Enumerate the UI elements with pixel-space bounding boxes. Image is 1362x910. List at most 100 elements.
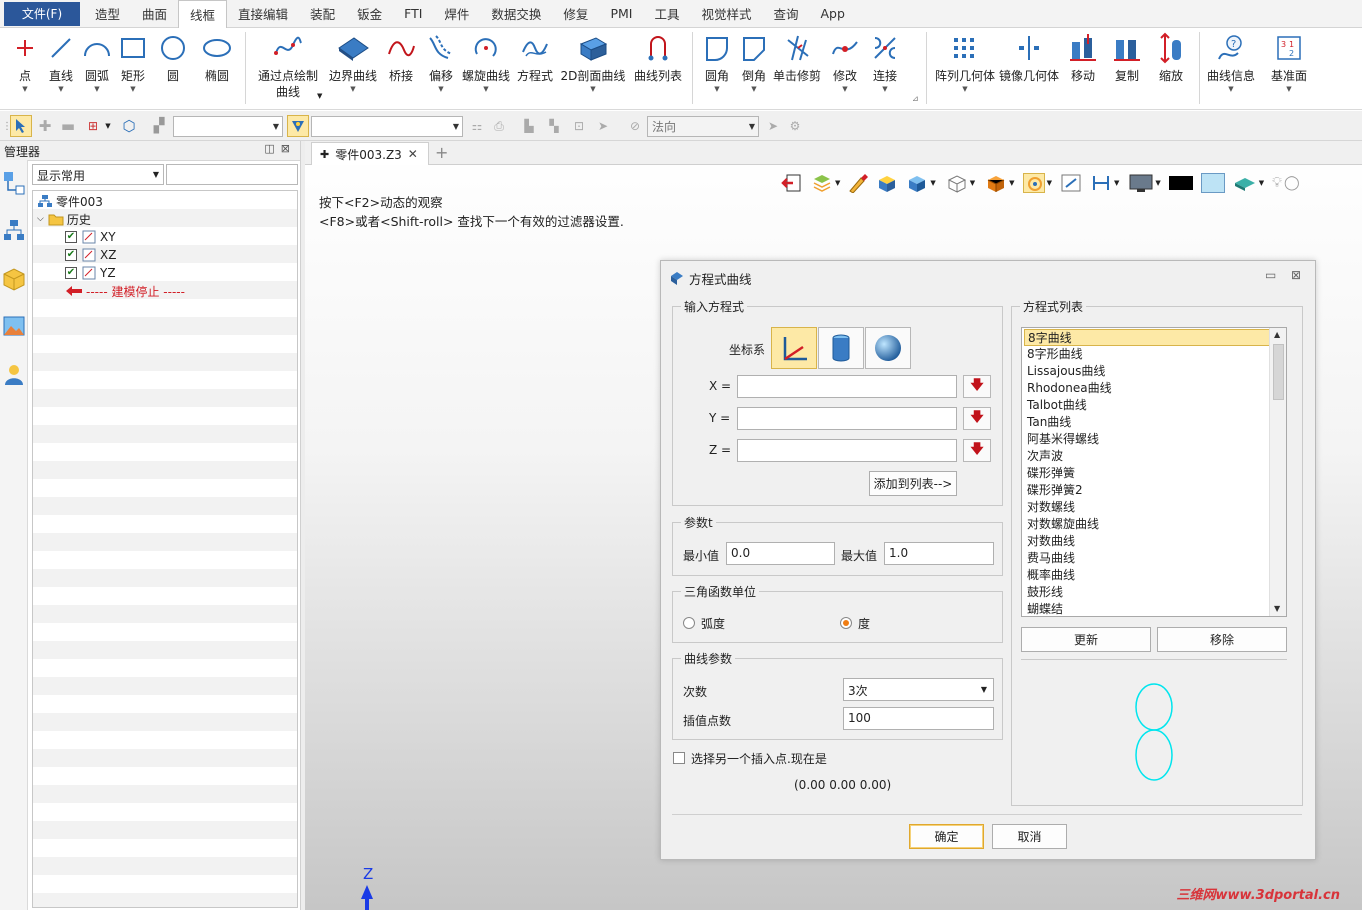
min-value-input[interactable]: 0.0 [726,542,835,565]
box-select-icon[interactable]: ⊞ [82,115,104,137]
box-select-dropdown-icon[interactable]: ▼ [104,115,112,137]
offset-button[interactable]: 偏移 ▼ [424,28,458,110]
cylindrical-coord-button[interactable] [818,327,864,369]
tab-pmi[interactable]: PMI [599,0,643,28]
plane-display-icon[interactable] [1233,173,1257,193]
direction-icon[interactable]: ⊘ [625,115,645,137]
through-points-curve-button[interactable]: 通过点绘制 曲线 [256,28,320,110]
manager-filter-select[interactable]: 显示常用 ▼ [32,164,164,185]
panel-close-icon[interactable]: ⊠ [281,142,296,155]
orange-cube-icon[interactable] [985,173,1007,193]
background-black-swatch[interactable] [1168,176,1193,190]
bridge-button[interactable]: 桥接 [384,28,418,110]
visibility-checkbox[interactable]: ✔ [65,231,77,243]
modify-button[interactable]: 修改 ▼ [828,28,862,110]
background-light-swatch[interactable] [1200,173,1225,193]
tab-tools[interactable]: 工具 [643,0,690,28]
wireframe-dropdown-icon[interactable]: ▼ [970,179,975,187]
light-circle-icon[interactable]: ◯ [1284,175,1300,191]
document-tab[interactable]: ✚ 零件003.Z3 ✕ [311,142,429,165]
tree-item-xz[interactable]: ✔ XZ [65,246,116,264]
y-equation-pick-button[interactable]: 🡇 [963,407,991,430]
list-item[interactable]: Rhodonea曲线 [1024,380,1270,397]
line-button[interactable]: 直线 ▼ [45,28,77,110]
align-icon[interactable]: ▙ [520,115,538,137]
direction-combo[interactable]: 法向 ▼ [647,116,759,137]
add-icon[interactable]: ✚ [36,115,54,137]
arc-button[interactable]: 圆弧 ▼ [81,28,113,110]
update-button[interactable]: 更新 [1021,627,1151,652]
list-item[interactable]: Tan曲线 [1024,414,1270,431]
render-dropdown-icon[interactable]: ▼ [1009,179,1014,187]
panel-pin-icon[interactable]: ◫ [264,142,280,155]
layers-icon[interactable] [811,173,833,193]
user-icon[interactable] [2,362,26,388]
dimension-dropdown-icon[interactable]: ▼ [1114,179,1119,187]
history-manager-icon[interactable] [2,170,26,196]
shaded-view-icon[interactable] [906,173,928,193]
new-tab-icon[interactable]: + [435,143,448,162]
layers-dropdown-icon[interactable]: ▼ [835,179,840,187]
part-library-icon[interactable] [2,266,26,292]
close-icon[interactable]: ✕ [408,147,418,161]
model-stop-marker[interactable]: ----- 建模停止 ----- [65,282,185,300]
connect-button[interactable]: 连接 ▼ [866,28,904,110]
z-equation-pick-button[interactable]: 🡇 [963,439,991,462]
dimension-icon[interactable] [1090,173,1112,193]
collapse-icon[interactable]: ⌵ [37,214,44,224]
display-dropdown-icon[interactable]: ▼ [1155,179,1160,187]
y-equation-input[interactable] [737,407,957,430]
tab-assembly[interactable]: 装配 [299,0,346,28]
add-to-list-button[interactable]: 添加到列表--> [869,471,957,496]
image-view-icon[interactable] [2,314,26,340]
scale-button[interactable]: 缩放 [1152,28,1190,110]
visibility-checkbox[interactable]: ✔ [65,267,77,279]
smart-pick-button[interactable] [287,115,309,137]
boundary-curve-button[interactable]: 边界曲线 ▼ [326,28,380,110]
visibility-checkbox[interactable]: ✔ [65,249,77,261]
scroll-up-icon[interactable]: ▲ [1274,330,1280,339]
brush-icon[interactable] [846,173,869,193]
view-iso-icon[interactable] [876,173,898,193]
scrollbar-thumb[interactable] [1273,344,1284,400]
list-item[interactable]: 对数螺旋曲线 [1024,516,1270,533]
ellipse-button[interactable]: 椭圆 [198,28,236,110]
list-item[interactable]: 次声波 [1024,448,1270,465]
z-equation-input[interactable] [737,439,957,462]
chamfer-button[interactable]: 倒角 ▼ [738,28,770,110]
minus-icon[interactable]: ▬ [58,115,78,137]
helix-button[interactable]: 螺旋曲线 ▼ [461,28,511,110]
list-item[interactable]: 碟形弹簧 [1024,465,1270,482]
pick-point-icon[interactable]: ➤ [764,115,782,137]
tab-data-exchange[interactable]: 数据交换 [480,0,552,28]
tab-surface[interactable]: 曲面 [131,0,178,28]
x-equation-pick-button[interactable]: 🡇 [963,375,991,398]
shaded-dropdown-icon[interactable]: ▼ [930,179,935,187]
zoom-fit-icon[interactable] [1060,173,1082,193]
dialog-help-icon[interactable]: ▭ [1265,268,1276,282]
pattern-geometry-button[interactable]: 阵列几何体 ▼ [934,28,996,110]
degree-radio[interactable] [840,617,852,629]
select-arrow-button[interactable] [10,115,32,137]
list-item[interactable]: Talbot曲线 [1024,397,1270,414]
settings-icon[interactable]: ⚙ [786,115,804,137]
trim-button[interactable]: 单击修剪 [772,28,822,110]
tab-modeling[interactable]: 造型 [84,0,131,28]
list-item[interactable]: 费马曲线 [1024,550,1270,567]
distribute-icon[interactable]: ▚ [545,115,563,137]
datum-plane-button[interactable]: 312 基准面 ▼ [1264,28,1314,110]
tab-app[interactable]: App [810,0,856,28]
list-item[interactable]: 碟形弹簧2 [1024,482,1270,499]
list-item[interactable]: 对数曲线 [1024,533,1270,550]
equation-listbox[interactable]: 8字曲线 8字形曲线 Lissajous曲线 Rhodonea曲线 Talbot… [1021,327,1287,617]
group-expand-icon[interactable]: ⊿ [912,94,919,103]
assembly-tree-icon[interactable] [2,218,26,244]
list-item[interactable]: 8字形曲线 [1024,346,1270,363]
spherical-coord-button[interactable] [865,327,911,369]
display-icon[interactable] [1129,173,1153,193]
tab-inquiry[interactable]: 查询 [762,0,809,28]
snap-icon[interactable]: ⊡ [570,115,588,137]
mirror-geometry-button[interactable]: 镜像几何体 [998,28,1060,110]
tree-history[interactable]: ⌵ 历史 [37,210,91,228]
max-value-input[interactable]: 1.0 [884,542,994,565]
